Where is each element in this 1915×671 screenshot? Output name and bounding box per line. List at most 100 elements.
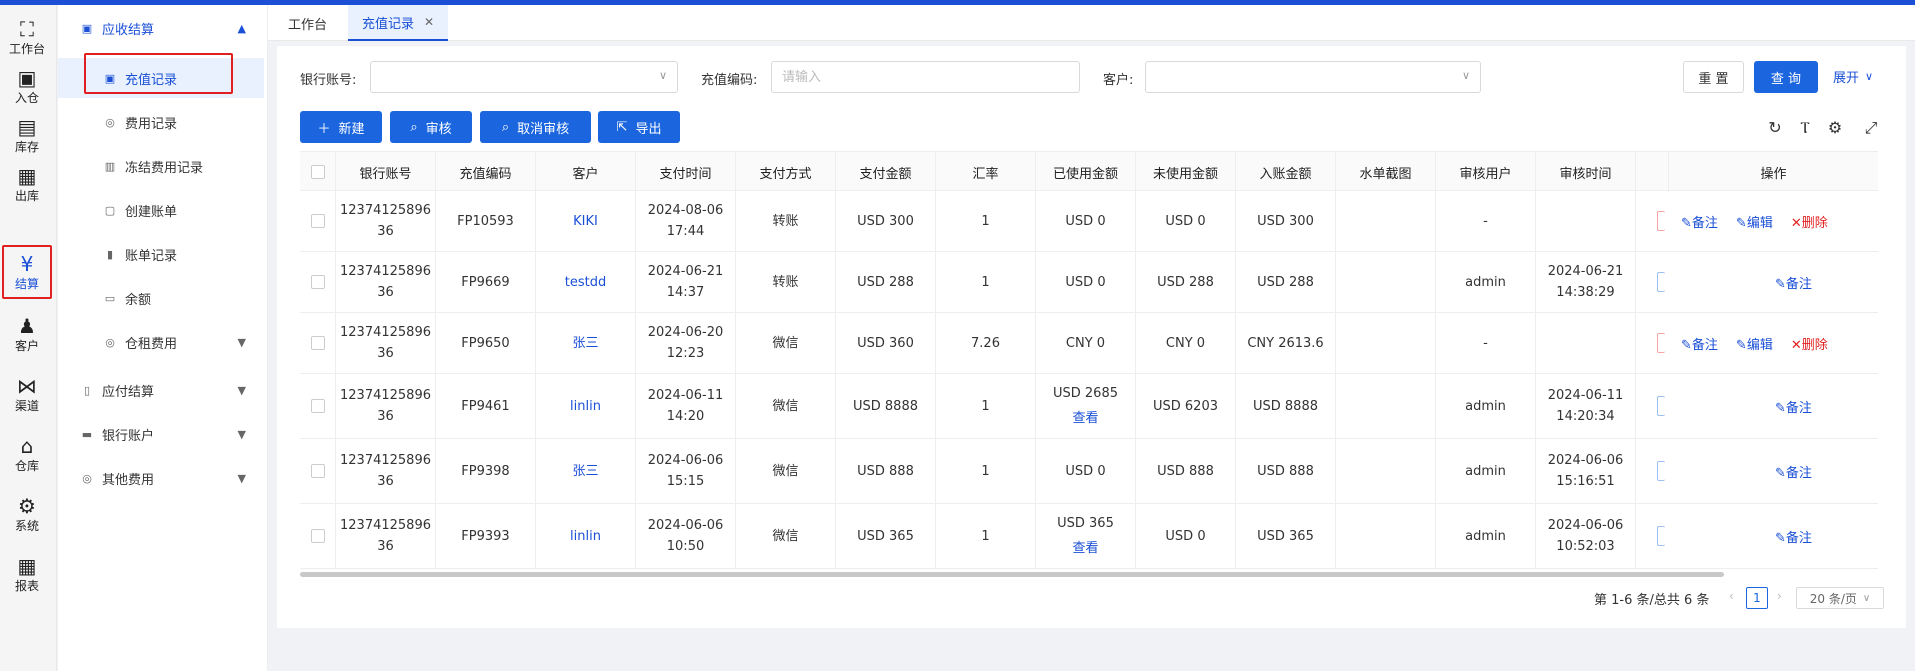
header-audit-time: 审核时间: [1536, 152, 1636, 192]
row-checkbox[interactable]: [310, 336, 325, 350]
customer-link[interactable]: testdd: [565, 272, 606, 293]
cell-credited: USD 365: [1236, 504, 1336, 568]
refresh-icon[interactable]: ↻: [1766, 118, 1784, 137]
fullscreen-icon[interactable]: ⤢: [1862, 118, 1880, 138]
submenu-item-balance[interactable]: ▭ 余额: [58, 278, 264, 318]
tab-recharge-records[interactable]: 充值记录 ✕: [348, 5, 449, 41]
edit-action[interactable]: ✎编辑: [1736, 212, 1773, 231]
account-line: 12374125896: [340, 203, 431, 218]
customer-link[interactable]: KIKI: [573, 211, 598, 232]
tab-workbench[interactable]: 工作台: [274, 5, 341, 41]
rail-item-inbound[interactable]: ▣ 入仓: [2, 59, 52, 113]
rail-item-warehouse[interactable]: ⌂ 仓库: [2, 427, 52, 481]
cell-method: 微信: [736, 313, 836, 373]
view-link[interactable]: 查看: [1072, 538, 1098, 559]
recharge-code-input[interactable]: [771, 61, 1080, 93]
wallet-icon: ▭: [104, 291, 116, 305]
submenu-item-storage-fee[interactable]: ◎ 仓租费用 ▼: [58, 322, 264, 362]
pay-date: 2024-06-06: [647, 453, 724, 468]
reset-button[interactable]: 重 置: [1683, 61, 1744, 93]
submenu-group-receivable[interactable]: ▣ 应收结算 ▲: [58, 8, 264, 48]
page-size-select[interactable]: 20 条/页 ∨: [1796, 587, 1884, 609]
cell-used: USD 0: [1036, 191, 1136, 251]
new-button[interactable]: ＋ 新建: [300, 111, 382, 143]
customer-link[interactable]: 张三: [572, 461, 598, 482]
view-link[interactable]: 查看: [1072, 408, 1098, 429]
density-icon[interactable]: Ⲧ: [1796, 118, 1814, 138]
settings-gear-icon[interactable]: ⚙: [1826, 118, 1844, 137]
cell-audit_time: 2024-06-21 14:38:29: [1536, 252, 1636, 312]
edit-action[interactable]: ✎编辑: [1736, 334, 1773, 353]
submenu-item-create-bill[interactable]: ▢ 创建账单: [58, 190, 264, 230]
edit-pen-icon: ✎: [1775, 530, 1786, 546]
note-action[interactable]: ✎备注: [1681, 212, 1718, 231]
rail-item-channel[interactable]: ⋈ 渠道: [2, 367, 52, 421]
customer-link[interactable]: 张三: [572, 333, 598, 354]
header-recharge-code: 充值编码: [436, 152, 536, 192]
cell-value: USD 288: [857, 274, 914, 290]
rail-item-report[interactable]: ▦ 报表: [2, 547, 52, 601]
cell-value: FP9393: [461, 528, 510, 544]
row-checkbox[interactable]: [310, 464, 325, 478]
submenu-item-fee-records[interactable]: ◎ 费用记录: [58, 102, 264, 142]
note-label: 备注: [1691, 215, 1718, 231]
channel-icon: ⋈: [17, 373, 37, 398]
submenu-group-bank-account[interactable]: ▬ 银行账户 ▼: [58, 414, 264, 454]
submenu-item-recharge[interactable]: ▣ 充值记录: [58, 58, 264, 98]
submenu-item-frozen-fee[interactable]: ▥ 冻结费用记录: [58, 146, 264, 186]
submenu-group-payable[interactable]: ▯ 应付结算 ▼: [58, 370, 264, 410]
row-actions: ✎备注: [1775, 439, 1865, 503]
page-number-current[interactable]: 1: [1746, 587, 1768, 609]
rail-item-settlement[interactable]: ¥ 结算: [2, 245, 52, 299]
cell-auditor: -: [1436, 313, 1536, 373]
bill-icon: ▢: [104, 203, 116, 217]
cell-value: 微信: [772, 398, 799, 414]
rail-item-outbound[interactable]: ▦ 出库: [2, 157, 52, 211]
next-page-icon[interactable]: ›: [1777, 589, 1782, 603]
export-button[interactable]: ⇱ 导出: [598, 111, 680, 143]
note-action[interactable]: ✎备注: [1681, 334, 1718, 353]
customer-select[interactable]: ∨: [1145, 61, 1481, 93]
workbench-icon: ⛶: [20, 16, 34, 41]
note-action[interactable]: ✎备注: [1775, 462, 1812, 481]
note-action[interactable]: ✎备注: [1775, 527, 1812, 546]
bank-account-select[interactable]: ∨: [370, 61, 678, 93]
rail-item-inventory[interactable]: ▤ 库存: [2, 108, 52, 162]
horizontal-scrollbar[interactable]: [300, 572, 1724, 577]
delete-action[interactable]: ✕删除: [1791, 334, 1828, 353]
expand-button[interactable]: 展开 ∨: [1833, 67, 1873, 86]
note-action[interactable]: ✎备注: [1775, 397, 1812, 416]
table-row: 12374125896 36 FP9650 张三 2024-06-20 12:23 微信 US…: [300, 313, 1878, 374]
delete-action[interactable]: ✕删除: [1791, 212, 1828, 231]
select-all-checkbox[interactable]: [310, 165, 325, 179]
coin-icon: ◎: [105, 335, 115, 349]
row-checkbox[interactable]: [310, 214, 325, 228]
status-tag-stub: [1657, 461, 1665, 481]
close-icon[interactable]: ✕: [424, 15, 434, 29]
account-line: 12374125896: [340, 453, 431, 468]
submenu-item-bill-records[interactable]: ▮ 账单记录: [58, 234, 264, 274]
cell-check: [300, 374, 336, 438]
note-action[interactable]: ✎备注: [1775, 273, 1812, 292]
audit-button[interactable]: ⌕ 审核: [390, 111, 472, 143]
rail-item-label: 仓库: [14, 458, 39, 473]
customer-link[interactable]: linlin: [570, 526, 601, 547]
rail-item-customer[interactable]: ♟ 客户: [2, 307, 52, 361]
customer-link[interactable]: linlin: [570, 396, 601, 417]
row-checkbox[interactable]: [310, 399, 325, 413]
used-amount: CNY 0: [1065, 335, 1106, 351]
search-button[interactable]: 查 询: [1754, 61, 1818, 93]
chevron-down-icon: ∨: [1862, 592, 1871, 604]
prev-page-icon[interactable]: ‹: [1729, 589, 1734, 603]
cell-receipt: [1336, 313, 1436, 373]
cell-value: USD 288: [1157, 274, 1214, 290]
row-checkbox[interactable]: [310, 275, 325, 289]
rail-item-workbench[interactable]: ⛶ 工作台: [2, 10, 52, 64]
row-actions: ✎备注: [1775, 374, 1865, 438]
cancel-audit-button[interactable]: ⌕ 取消审核: [480, 111, 591, 143]
note-label: 备注: [1785, 465, 1812, 481]
rail-item-system[interactable]: ⚙ 系统: [2, 487, 52, 541]
submenu-group-other-fee[interactable]: ◎ 其他费用 ▼: [58, 458, 264, 498]
row-checkbox[interactable]: [310, 529, 325, 543]
cell-value: 转账: [772, 213, 799, 229]
